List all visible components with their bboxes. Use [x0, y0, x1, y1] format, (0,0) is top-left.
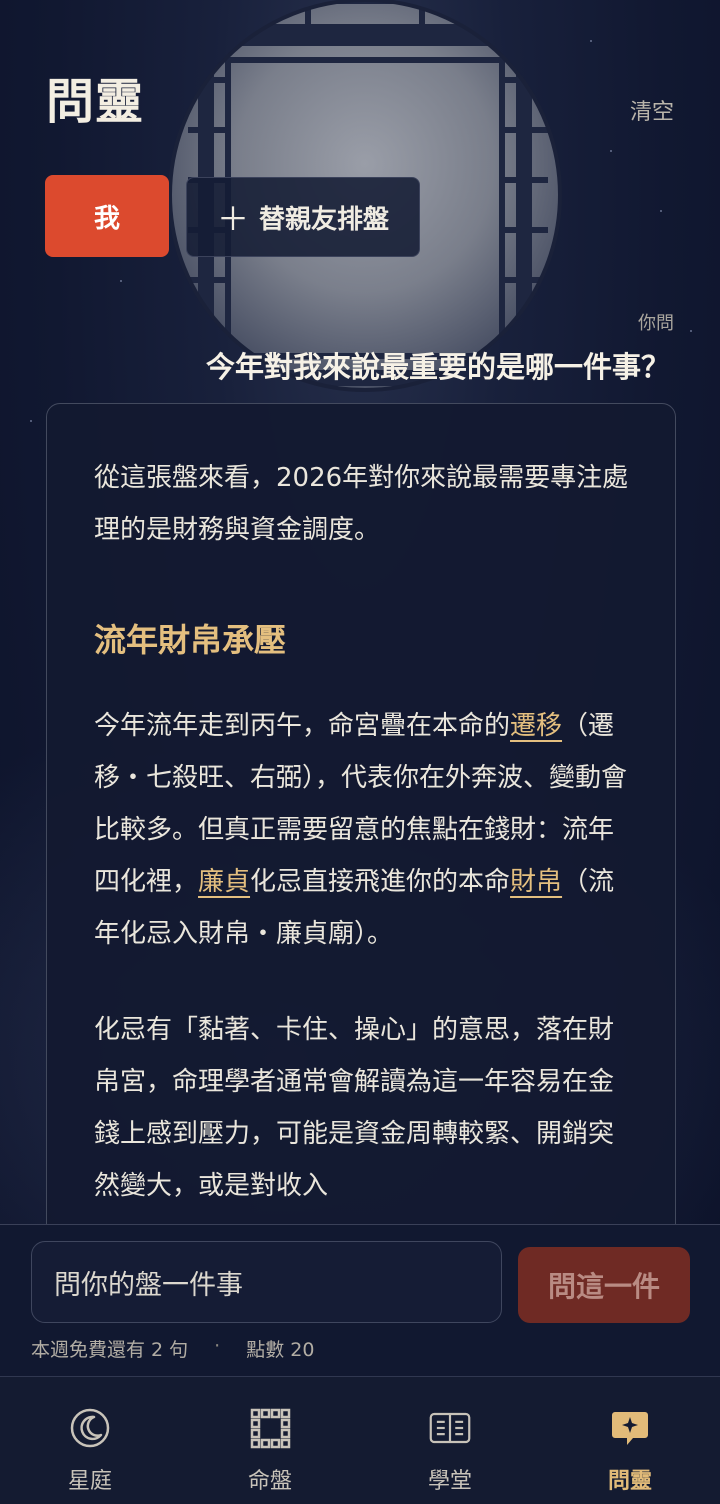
answer-paragraph: 化忌有「黏著、卡住、操心」的意思，落在財帛宮，命理學者通常會解讀為這一年容易在金… [94, 1015, 615, 1201]
section-title: 流年財帛承壓 [94, 621, 287, 659]
nav-label: 學堂 [427, 1469, 472, 1494]
chat-spark-icon [612, 1412, 648, 1445]
question-text: 今年對我來說最重要的是哪一件事？ [205, 350, 670, 384]
add-friend-chart-button[interactable]: ＋ 替親友排盤 [186, 177, 420, 257]
composer: 問你的盤一件事 問這一件 本週免費還有 2 句 · 點數 20 [0, 1224, 720, 1376]
clear-button[interactable]: 清空 [630, 94, 674, 126]
book-icon [429, 1412, 471, 1444]
term-link-lianzhen[interactable]: 廉貞 [198, 867, 250, 897]
nav-item-ask-spirit[interactable]: 問靈 [540, 1377, 720, 1504]
profile-chip-me[interactable]: 我 [45, 175, 169, 257]
question-input[interactable]: 問你的盤一件事 [31, 1241, 502, 1323]
ask-button[interactable]: 問這一件 [518, 1247, 690, 1323]
term-link-qianyi[interactable]: 遷移 [510, 711, 562, 741]
add-friend-chart-label: 替親友排盤 [259, 204, 390, 235]
plus-icon: ＋ [216, 200, 249, 238]
answer-intro: 從這張盤來看，2026年對你來說最需要專注處理的是財務與資金調度。 [94, 463, 629, 545]
free-quota-text: 本週免費還有 2 句 [31, 1339, 189, 1361]
moon-icon [70, 1408, 110, 1448]
nav-item-chart[interactable]: 命盤 [180, 1377, 360, 1504]
answer-paragraph: 今年流年走到丙午，命宮疊在本命的遷移（遷移・七殺旺、右弼），代表你在外奔波、變動… [94, 700, 629, 960]
nav-label: 問靈 [607, 1469, 652, 1494]
quota-info: 本週免費還有 2 句 · 點數 20 [31, 1335, 314, 1362]
question-label: 你問 [638, 313, 674, 334]
separator-dot: · [214, 1335, 221, 1357]
nav-item-academy[interactable]: 學堂 [360, 1377, 540, 1504]
bottom-nav: 星庭 命盤 學堂 問靈 [0, 1376, 720, 1504]
text-run: 化忌直接飛進你的本命 [250, 867, 511, 897]
points-text: 點數 20 [246, 1339, 315, 1361]
chart-grid-icon [250, 1408, 291, 1449]
nav-label: 星庭 [67, 1469, 112, 1494]
term-link-caibo[interactable]: 財帛 [510, 867, 562, 897]
nav-item-courtyard[interactable]: 星庭 [0, 1377, 180, 1504]
text-run: 今年流年走到丙午，命宮疊在本命的 [94, 711, 511, 741]
nav-label: 命盤 [247, 1469, 292, 1494]
answer-card: 從這張盤來看，2026年對你來說最需要專注處理的是財務與資金調度。 流年財帛承壓… [46, 403, 676, 1303]
page-title: 問靈 [46, 74, 145, 130]
